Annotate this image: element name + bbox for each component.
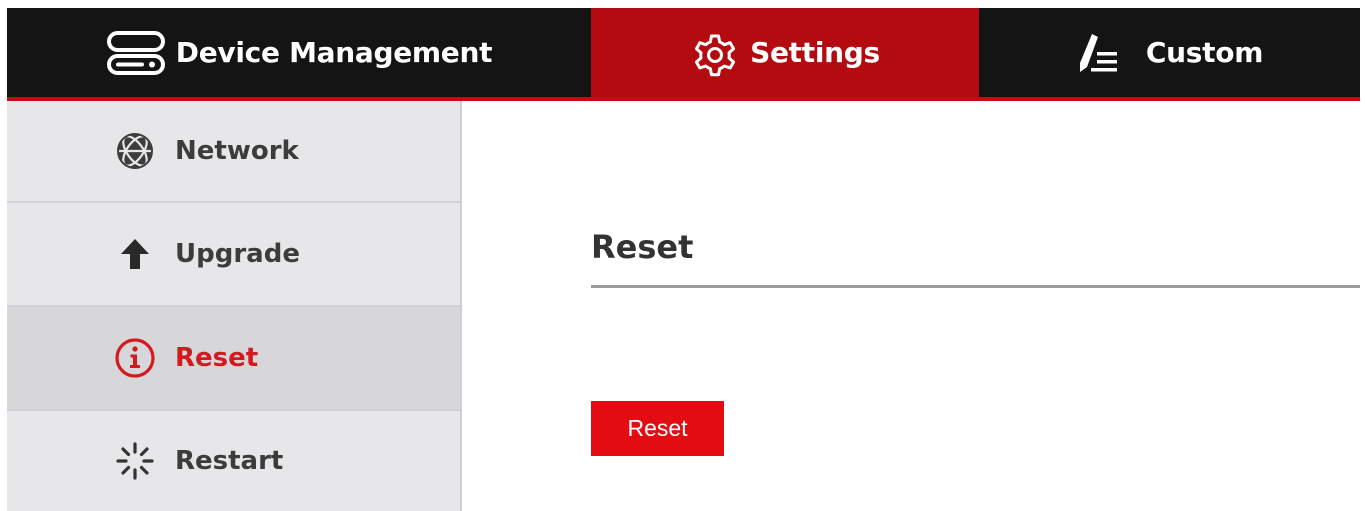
app-frame: Device Management Settings Custom Networ… bbox=[7, 8, 1360, 511]
gear-icon bbox=[690, 28, 740, 78]
sidebar-item-network[interactable]: Network bbox=[7, 101, 460, 203]
tab-custom-label: Custom bbox=[1145, 36, 1264, 69]
arrow-up-icon bbox=[114, 233, 156, 275]
sidebar-item-label: Restart bbox=[175, 446, 284, 476]
top-nav: Device Management Settings Custom bbox=[7, 8, 1360, 101]
tab-settings-label: Settings bbox=[750, 36, 880, 69]
page-title: Reset bbox=[591, 228, 694, 266]
sidebar-item-label: Network bbox=[175, 136, 299, 166]
title-divider bbox=[591, 285, 1360, 288]
globe-icon bbox=[114, 130, 156, 172]
sidebar: Network Upgrade Reset Restart bbox=[7, 101, 462, 511]
spinner-icon bbox=[114, 440, 156, 482]
sidebar-item-restart[interactable]: Restart bbox=[7, 411, 460, 511]
reset-button[interactable]: Reset bbox=[591, 401, 724, 456]
sidebar-item-label: Reset bbox=[175, 343, 259, 373]
main-content: Reset Reset bbox=[462, 101, 1360, 511]
sidebar-item-reset[interactable]: Reset bbox=[7, 307, 460, 411]
info-circle-icon bbox=[114, 337, 156, 379]
tab-settings[interactable]: Settings bbox=[591, 8, 979, 97]
pen-list-icon bbox=[1076, 30, 1120, 76]
server-icon bbox=[106, 30, 166, 76]
tab-device-management[interactable]: Device Management bbox=[7, 8, 591, 97]
sidebar-item-label: Upgrade bbox=[175, 239, 300, 269]
tab-custom[interactable]: Custom bbox=[979, 8, 1360, 97]
sidebar-item-upgrade[interactable]: Upgrade bbox=[7, 203, 460, 307]
tab-device-management-label: Device Management bbox=[175, 36, 493, 69]
